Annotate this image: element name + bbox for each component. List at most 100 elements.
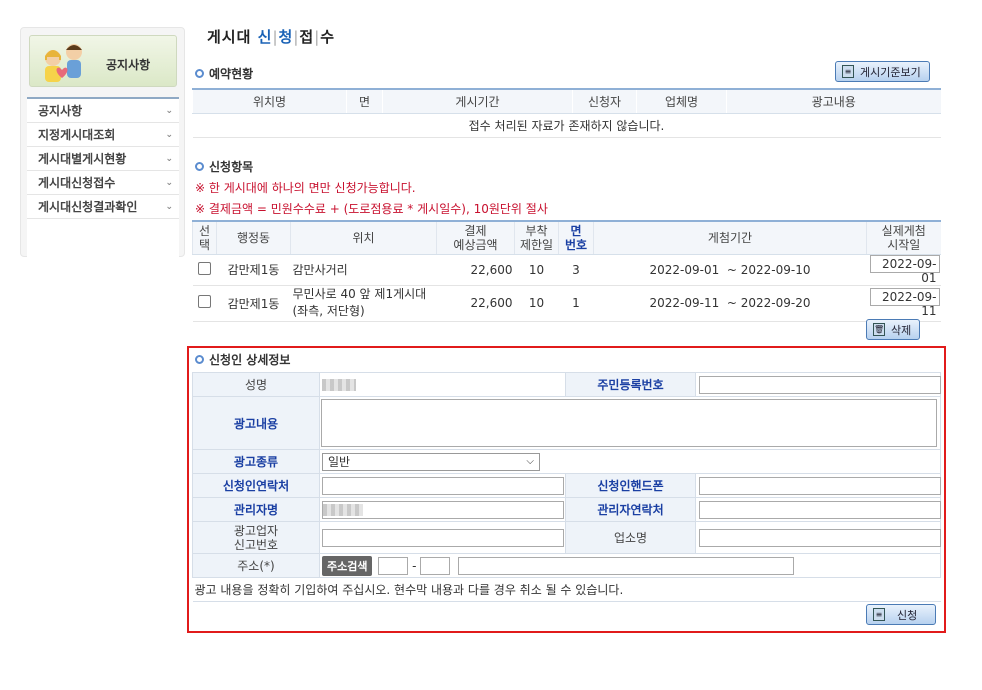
form-row: 광고 내용을 정확히 기입하여 주십시오. 현수막 내용과 다를 경우 취소 될… <box>192 577 941 602</box>
manager-cell <box>319 497 566 522</box>
row-checkbox[interactable] <box>198 295 211 308</box>
kids-illustration-icon <box>45 44 82 82</box>
biz-no-input[interactable] <box>322 528 564 547</box>
section-title-text: 신청항목 <box>209 160 254 174</box>
sidebar-item-label: 게시대신청결과확인 <box>38 200 138 214</box>
address-label: 주소(*) <box>192 553 320 578</box>
column-header: 위치 <box>290 220 437 255</box>
ad-content-textarea[interactable] <box>321 399 937 447</box>
sidebar-item-apply[interactable]: 게시대신청접수 ⌄ <box>27 171 179 195</box>
start-date-cell: 2022-09-01 <box>866 254 941 286</box>
form-row: 성명 주민등록번호 <box>192 372 941 397</box>
section-title-text: 예약현황 <box>209 67 254 81</box>
submit-button[interactable]: ≡ 신청 <box>866 604 936 625</box>
page-title-char: 수 <box>320 28 336 46</box>
manager-input[interactable] <box>322 500 564 519</box>
zip1-input[interactable] <box>378 556 409 575</box>
biz-no-label: 광고업자 신고번호 <box>192 521 320 554</box>
contact-input[interactable] <box>322 476 564 495</box>
rrn-input[interactable] <box>699 375 941 394</box>
dong-cell: 감만제1동 <box>216 254 291 286</box>
amount-cell: 22,600 <box>436 254 515 286</box>
chevron-down-icon: ⌄ <box>165 105 173 116</box>
notice-banner-title: 공지사항 <box>106 58 151 72</box>
ad-content-cell <box>319 396 941 450</box>
ad-type-select[interactable]: 일반 ⌵ <box>322 452 540 471</box>
biz-name-cell <box>695 521 941 554</box>
manager-contact-label: 관리자연락처 <box>565 497 696 522</box>
sidebar-item-label: 게시대신청접수 <box>38 176 116 190</box>
name-label: 성명 <box>192 372 320 397</box>
manager-contact-cell <box>695 497 941 522</box>
column-header: 위치명 <box>192 88 347 114</box>
address-search-button[interactable]: 주소검색 <box>322 555 373 576</box>
location-cell: 무민사로 40 앞 제1게시대(좌측, 저단형) <box>290 285 437 322</box>
column-header: 결제 예상금액 <box>436 220 515 255</box>
row-select-cell <box>192 254 217 286</box>
start-date-input[interactable]: 2022-09-01 <box>869 254 940 285</box>
ad-type-cell: 일반 ⌵ <box>319 449 941 474</box>
table-header-row: 선 택 행정동 위치 결제 예상금액 부착 제한일 면 번호 게첨기간 실제게첨… <box>192 220 941 255</box>
form-row: 주소(*) 주소검색 - <box>192 553 941 578</box>
chevron-down-icon: ⌄ <box>165 177 173 188</box>
column-header: 면 번호 <box>558 220 594 255</box>
trash-icon: 🗑 <box>873 323 885 336</box>
chevron-down-icon: ⌵ <box>526 456 534 467</box>
blurred-manager <box>323 503 363 516</box>
table-row: 감만제1동 감만사거리 22,600 10 3 2022-09-01 ~ 202… <box>192 254 941 286</box>
sidebar-item-status[interactable]: 게시대별게시현황 ⌄ <box>27 147 179 171</box>
column-header: 실제게첨 시작일 <box>866 220 941 255</box>
document-icon: ≡ <box>873 608 885 621</box>
notice-banner[interactable]: 공지사항 <box>29 35 177 87</box>
bullet-icon <box>195 69 204 78</box>
column-header: 부착 제한일 <box>514 220 559 255</box>
dong-cell: 감만제1동 <box>216 285 291 322</box>
period-cell: 2022-09-01 ~ 2022-09-10 <box>593 254 867 286</box>
row-checkbox[interactable] <box>198 261 211 275</box>
side-menu-blank <box>27 219 179 265</box>
column-header: 행정동 <box>216 220 291 255</box>
rrn-label: 주민등록번호 <box>565 372 696 397</box>
page-title-prefix: 게시대 <box>207 28 258 46</box>
zip2-input[interactable] <box>420 556 451 575</box>
sidebar-item-notice[interactable]: 공지사항 ⌄ <box>27 99 179 123</box>
form-row: 광고종류 일반 ⌵ <box>192 449 941 474</box>
bullet-icon <box>195 162 204 171</box>
row-select-cell <box>192 285 217 322</box>
warning-text: ※ 결제금액 = 민원수수료 + (도로점용료 * 게시일수), 10원단위 절… <box>195 202 548 216</box>
mobile-cell <box>695 473 941 498</box>
biz-no-cell <box>319 521 566 554</box>
warning-text: ※ 한 게시대에 하나의 면만 신청가능합니다. <box>195 181 416 195</box>
page-title-char: 접 <box>299 28 315 46</box>
sidebar-item-designated[interactable]: 지정게시대조회 ⌄ <box>27 123 179 147</box>
chevron-down-icon: ⌄ <box>165 201 173 212</box>
document-icon: ≡ <box>842 65 854 78</box>
ad-content-label: 광고내용 <box>192 396 320 450</box>
sidebar-item-label: 게시대별게시현황 <box>38 152 127 166</box>
rrn-cell <box>695 372 941 397</box>
limit-cell: 10 <box>514 285 559 322</box>
reservation-title: 예약현황 <box>195 65 253 82</box>
contact-cell <box>319 473 566 498</box>
face-cell: 1 <box>558 285 594 322</box>
biz-name-input[interactable] <box>699 528 941 547</box>
zip-separator: - <box>412 558 417 573</box>
view-criteria-button[interactable]: ≡ 게시기준보기 <box>835 61 930 82</box>
location-cell: 감만사거리 <box>290 254 437 286</box>
mobile-input[interactable] <box>699 476 941 495</box>
sidebar-item-result[interactable]: 게시대신청결과확인 ⌄ <box>27 195 179 219</box>
address-detail-input[interactable] <box>458 556 795 575</box>
start-date-input[interactable]: 2022-09-11 <box>869 288 940 318</box>
manager-contact-input[interactable] <box>699 500 941 519</box>
chevron-down-icon: ⌄ <box>165 129 173 140</box>
column-header: 게시기간 <box>382 88 573 114</box>
table-row: 감만제1동 무민사로 40 앞 제1게시대(좌측, 저단형) 22,600 10… <box>192 285 941 322</box>
column-header: 업체명 <box>636 88 727 114</box>
empty-message: 접수 처리된 자료가 존재하지 않습니다. <box>192 113 941 138</box>
form-row: 광고내용 <box>192 396 941 450</box>
delete-button[interactable]: 🗑 삭제 <box>866 319 921 340</box>
face-cell: 3 <box>558 254 594 286</box>
page-title-char: 신 <box>257 28 273 46</box>
start-date-cell: 2022-09-11 <box>866 285 941 322</box>
form-row: 신청인연락처 신청인핸드폰 <box>192 473 941 498</box>
